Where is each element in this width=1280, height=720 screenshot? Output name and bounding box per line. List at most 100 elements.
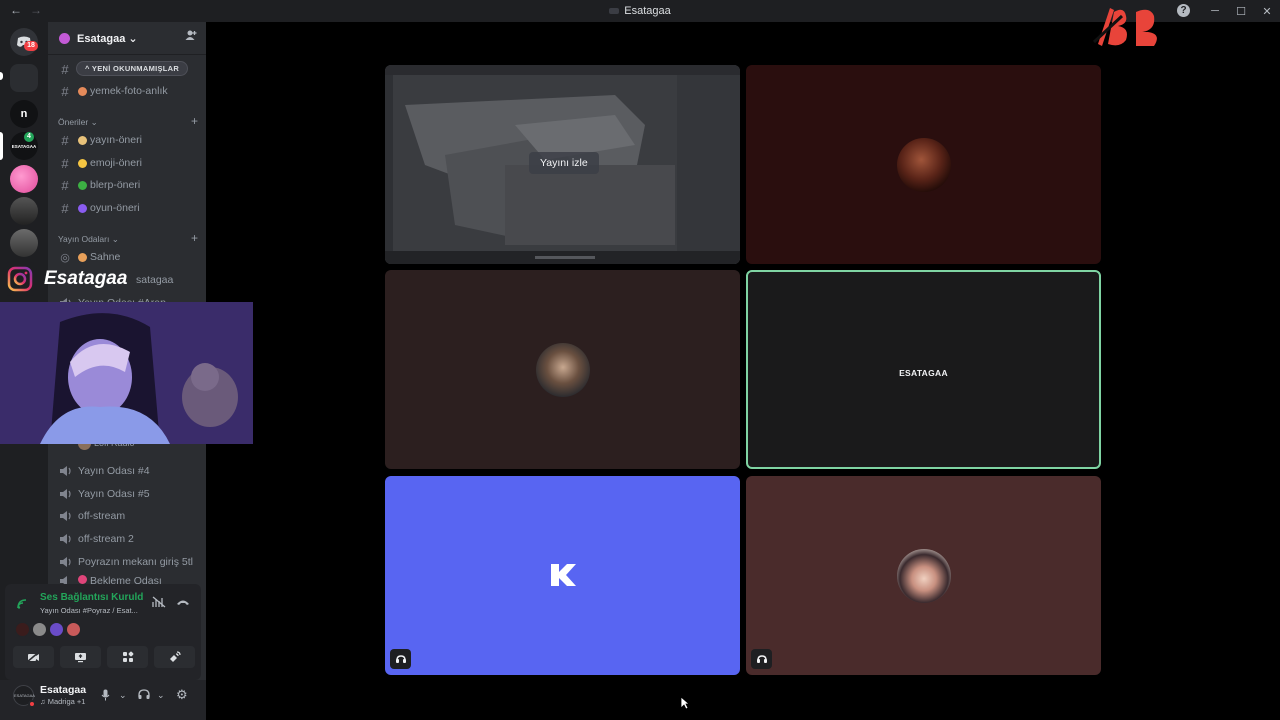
watch-stream-button[interactable]: Yayını izle [529,152,599,174]
window-controls: ─ ☐ ✕ [1202,0,1280,22]
server-n[interactable]: n [10,100,38,128]
participant-avatar[interactable] [66,622,81,637]
channel-logo [1092,8,1157,46]
add-channel-icon[interactable]: + [191,232,198,245]
speaker-icon [60,534,71,544]
webcam-overlay [0,302,253,444]
channel-label: oyun-öneri [90,202,140,214]
mouse-cursor-icon [680,696,690,710]
help-icon[interactable]: ? [1177,4,1190,17]
channel-poyraz[interactable]: Poyrazın mekanı giriş 5tl [56,552,202,572]
user-panel: ESATAGAA Esatagaa ♫ Madriga +1 ⌄ ⌄ ⚙ [0,680,206,720]
channel-label: Poyrazın mekanı giriş 5tl [78,556,193,568]
username[interactable]: Esatagaa [40,684,86,696]
server-anime-avatar[interactable] [10,165,38,193]
party-emoji-icon [78,252,87,262]
close-icon[interactable]: ✕ [1254,0,1280,22]
voice-status[interactable]: Ses Bağlantısı Kuruldu [40,592,144,603]
participant-avatar [896,548,951,603]
server-badge-icon [59,33,70,44]
user-status: ♫ Madriga +1 [40,697,86,706]
title-bar: ← → Esatagaa ? ─ ☐ ✕ [0,0,1280,22]
speaker-icon [60,489,71,499]
hash-icon: # [61,177,69,193]
minimize-icon[interactable]: ─ [1202,0,1228,22]
mic-chevron-icon[interactable]: ⌄ [119,690,127,701]
webcam-feed [0,302,253,444]
channel-oyun-oneri[interactable]: # oyun-öneri [56,198,202,218]
maximize-icon[interactable]: ☐ [1228,0,1254,22]
dm-badge: 18 [24,41,38,51]
add-channel-icon[interactable]: + [191,115,198,128]
headphones-icon[interactable] [138,689,150,703]
channel-yayin-oneri[interactable]: # yayın-öneri [56,130,202,150]
disconnect-icon[interactable] [175,596,191,612]
channel-blerp-oneri[interactable]: # blerp-öneri [56,175,202,195]
category-oneriler[interactable]: Öneriler ⌄ + [58,115,198,128]
participant-tile[interactable] [746,65,1101,264]
hash-icon: # [61,155,69,171]
participant-avatar[interactable] [15,622,30,637]
server-esatagaa-badge: 4 [24,132,34,142]
headphones-chevron-icon[interactable]: ⌄ [157,690,165,701]
channel-label: off-stream [78,510,126,522]
voice-user-partial[interactable]: satagaa [136,270,202,290]
screen-share-icon[interactable] [60,646,101,668]
k-logo-icon [551,564,576,586]
category-yayin-odalari[interactable]: Yayın Odaları ⌄ + [58,232,198,245]
participant-tile[interactable] [385,270,740,469]
popout-icon[interactable] [751,649,772,669]
hash-icon: # [61,61,69,77]
red-emoji-icon [78,575,87,584]
hash-icon: # [61,83,69,99]
channel-yemek-foto-anlik[interactable]: # yemek-foto-anlık [56,81,202,101]
voice-connection-panel: Ses Bağlantısı Kuruldu Yayın Odası #Poyr… [5,584,201,680]
soundboard-icon[interactable] [154,646,195,668]
popcorn-emoji-icon [78,135,87,145]
signal-icon[interactable] [17,599,29,609]
server-name[interactable]: Esatagaa ⌄ [77,32,138,45]
server-dark-avatar[interactable] [10,229,38,257]
channel-label: emoji-öneri [90,157,142,169]
category-label: Yayın Odaları ⌄ [58,234,119,244]
invite-icon[interactable] [185,30,197,44]
camera-off-icon[interactable] [13,646,54,668]
server-folder[interactable] [10,64,38,92]
channel-label: off-stream 2 [78,533,134,545]
participant-tile[interactable] [746,476,1101,675]
channel-label: yemek-foto-anlık [90,85,168,97]
speaker-icon [60,466,71,476]
selected-indicator [0,132,3,160]
new-unreads-pill[interactable]: ^ YENİ OKUNMAMIŞLAR [76,61,189,76]
microphone-icon[interactable] [101,689,110,704]
participant-avatar [896,137,951,192]
channel-emoji-oneri[interactable]: # emoji-öneri [56,153,202,173]
noise-suppression-icon[interactable] [151,596,167,612]
participant-avatar[interactable] [49,622,64,637]
channel-yayin-5[interactable]: Yayın Odası #5 [56,484,202,504]
gear-icon[interactable]: ⚙ [176,687,188,703]
popout-icon[interactable] [390,649,411,669]
hand-emoji-icon [78,158,87,168]
speaker-icon [60,557,71,567]
hash-icon: # [61,132,69,148]
server-icon [609,8,620,15]
unread-indicator [0,72,3,80]
participant-avatar[interactable] [32,622,47,637]
voice-actions [13,646,195,668]
server-gray-avatar[interactable] [10,197,38,225]
participant-tile[interactable] [385,476,740,675]
speaking-participant-tile[interactable]: ESATAGAA [746,270,1101,469]
channel-label: Yayın Odası #4 [78,465,150,477]
window-title-text: Esatagaa [624,5,671,17]
channel-yayin-4[interactable]: Yayın Odası #4 [56,461,202,481]
screen-share-tile[interactable]: Yayını izle [385,65,740,264]
activities-icon[interactable] [107,646,148,668]
voice-room[interactable]: Yayın Odası #Poyraz / Esat... [40,606,138,615]
channel-off-stream-2[interactable]: off-stream 2 [56,529,202,549]
window-title: Esatagaa [0,5,1280,17]
clover-emoji-icon [78,180,87,190]
channel-label: Yayın Odası #5 [78,488,150,500]
server-header[interactable]: Esatagaa ⌄ [48,22,206,55]
channel-off-stream[interactable]: off-stream [56,506,202,526]
